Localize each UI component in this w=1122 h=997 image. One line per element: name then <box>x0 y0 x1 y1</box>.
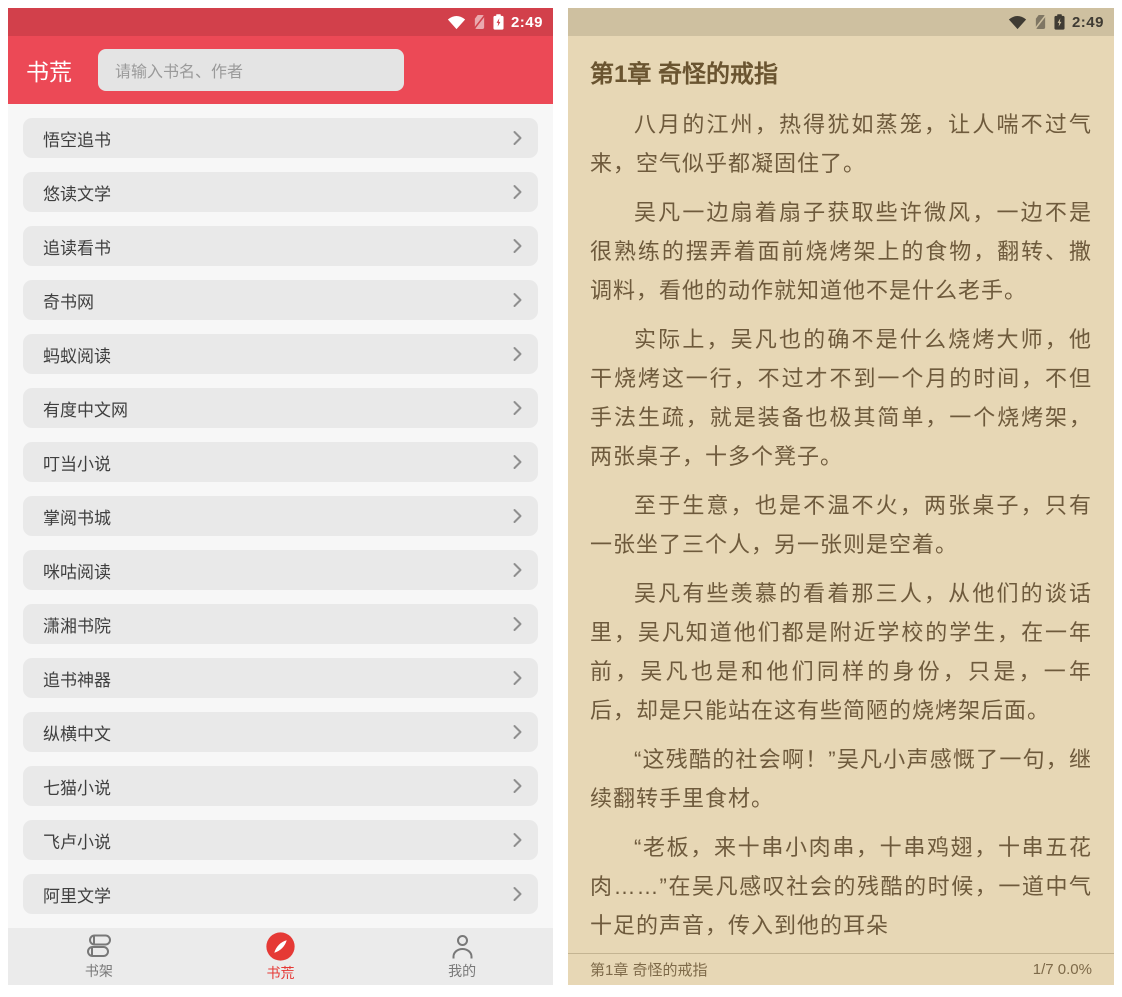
book-source-app-screen: 2:49 书荒 请输入书名、作者 悟空追书 悠读文学 <box>8 8 553 985</box>
source-label: 有度中文网 <box>43 396 128 421</box>
paragraph: “老板，来十串小肉串，十串鸡翅，十串五花肉……”在吴凡感叹社会的残酷的时候，一道… <box>590 828 1092 945</box>
paragraph: 至于生意，也是不温不火，两张桌子，只有一张坐了三个人，另一张则是空着。 <box>590 486 1092 564</box>
book-source-item[interactable]: 阿里文学 <box>23 874 538 914</box>
book-source-item[interactable]: 七猫小说 <box>23 766 538 806</box>
compass-icon <box>265 931 296 962</box>
book-source-item[interactable]: 潇湘书院 <box>23 604 538 644</box>
source-label: 咪咕阅读 <box>43 558 111 583</box>
search-input[interactable]: 请输入书名、作者 <box>98 49 404 91</box>
source-label: 叮当小说 <box>43 450 111 475</box>
status-bar: 2:49 <box>8 8 553 36</box>
chevron-right-icon <box>512 777 523 795</box>
book-source-item[interactable]: 奇书网 <box>23 280 538 320</box>
status-time: 2:49 <box>511 14 543 31</box>
chevron-right-icon <box>512 885 523 903</box>
nav-tab-discover[interactable]: 书荒 <box>190 928 372 985</box>
book-source-item[interactable]: 蚂蚁阅读 <box>23 334 538 374</box>
source-label: 奇书网 <box>43 288 94 313</box>
chevron-right-icon <box>512 615 523 633</box>
nav-tab-bookshelf[interactable]: 书架 <box>8 928 190 985</box>
book-source-item[interactable]: 飞卢小说 <box>23 820 538 860</box>
no-sim-icon <box>1034 14 1047 30</box>
source-label: 潇湘书院 <box>43 612 111 637</box>
nav-label: 书架 <box>85 961 113 981</box>
chapter-title: 第1章 奇怪的戒指 <box>590 54 1092 89</box>
source-label: 蚂蚁阅读 <box>43 342 111 367</box>
chevron-right-icon <box>512 237 523 255</box>
chevron-right-icon <box>512 129 523 147</box>
reader-screen: 2:49 第1章 奇怪的戒指 八月的江州，热得犹如蒸笼，让人喘不过气来，空气似乎… <box>568 8 1114 985</box>
footer-progress: 1/7 0.0% <box>1033 961 1092 978</box>
page-title: 书荒 <box>26 53 72 87</box>
book-source-item[interactable]: 悟空追书 <box>23 118 538 158</box>
source-label: 悠读文学 <box>43 180 111 205</box>
chevron-right-icon <box>512 831 523 849</box>
source-label: 阿里文学 <box>43 882 111 907</box>
chevron-right-icon <box>512 183 523 201</box>
reader-footer: 第1章 奇怪的戒指 1/7 0.0% <box>568 953 1114 985</box>
source-label: 追书神器 <box>43 666 111 691</box>
app-header: 书荒 请输入书名、作者 <box>8 36 553 104</box>
book-source-item[interactable]: 掌阅书城 <box>23 496 538 536</box>
nav-tab-profile[interactable]: 我的 <box>371 928 553 985</box>
book-source-item[interactable]: 有度中文网 <box>23 388 538 428</box>
nav-label: 我的 <box>448 961 476 981</box>
source-label: 追读看书 <box>43 234 111 259</box>
source-label: 掌阅书城 <box>43 504 111 529</box>
battery-charging-icon <box>1054 14 1065 30</box>
source-label: 悟空追书 <box>43 126 111 151</box>
bookshelf-icon <box>84 933 114 960</box>
chevron-right-icon <box>512 453 523 471</box>
source-label: 飞卢小说 <box>43 828 111 853</box>
battery-charging-icon <box>493 14 504 30</box>
source-list: 悟空追书 悠读文学 追读看书 奇书网 <box>8 104 553 914</box>
paragraph: 实际上，吴凡也的确不是什么烧烤大师，他干烧烤这一行，不过才不到一个月的时间，不但… <box>590 320 1092 476</box>
chevron-right-icon <box>512 723 523 741</box>
chevron-right-icon <box>512 399 523 417</box>
paragraph: 吴凡有些羡慕的看着那三人，从他们的谈话里，吴凡知道他们都是附近学校的学生，在一年… <box>590 574 1092 730</box>
chapter-body: 八月的江州，热得犹如蒸笼，让人喘不过气来，空气似乎都凝固住了。 吴凡一边扇着扇子… <box>590 105 1092 945</box>
chevron-right-icon <box>512 561 523 579</box>
book-source-item[interactable]: 叮当小说 <box>23 442 538 482</box>
reader-content[interactable]: 第1章 奇怪的戒指 八月的江州，热得犹如蒸笼，让人喘不过气来，空气似乎都凝固住了… <box>568 36 1114 956</box>
book-source-item[interactable]: 悠读文学 <box>23 172 538 212</box>
status-time: 2:49 <box>1072 14 1104 31</box>
profile-icon <box>449 933 476 960</box>
bottom-nav: 书架 书荒 我的 <box>8 928 553 985</box>
paragraph: 吴凡一边扇着扇子获取些许微风，一边不是很熟练的摆弄着面前烧烤架上的食物，翻转、撒… <box>590 193 1092 310</box>
no-sim-icon <box>473 14 486 30</box>
source-label: 纵横中文 <box>43 720 111 745</box>
search-placeholder: 请输入书名、作者 <box>115 58 243 82</box>
book-source-item[interactable]: 追读看书 <box>23 226 538 266</box>
wifi-icon <box>1008 15 1027 30</box>
paragraph: 八月的江州，热得犹如蒸笼，让人喘不过气来，空气似乎都凝固住了。 <box>590 105 1092 183</box>
chevron-right-icon <box>512 345 523 363</box>
source-label: 七猫小说 <box>43 774 111 799</box>
screenshot-pair: 2:49 书荒 请输入书名、作者 悟空追书 悠读文学 <box>0 0 1122 997</box>
nav-label: 书荒 <box>267 963 295 983</box>
chevron-right-icon <box>512 291 523 309</box>
chevron-right-icon <box>512 507 523 525</box>
footer-chapter-title: 第1章 奇怪的戒指 <box>590 959 708 980</box>
book-source-item[interactable]: 追书神器 <box>23 658 538 698</box>
book-source-item[interactable]: 纵横中文 <box>23 712 538 752</box>
status-bar: 2:49 <box>568 8 1114 36</box>
paragraph: “这残酷的社会啊！”吴凡小声感慨了一句，继续翻转手里食材。 <box>590 740 1092 818</box>
book-source-item[interactable]: 咪咕阅读 <box>23 550 538 590</box>
chevron-right-icon <box>512 669 523 687</box>
wifi-icon <box>447 15 466 30</box>
